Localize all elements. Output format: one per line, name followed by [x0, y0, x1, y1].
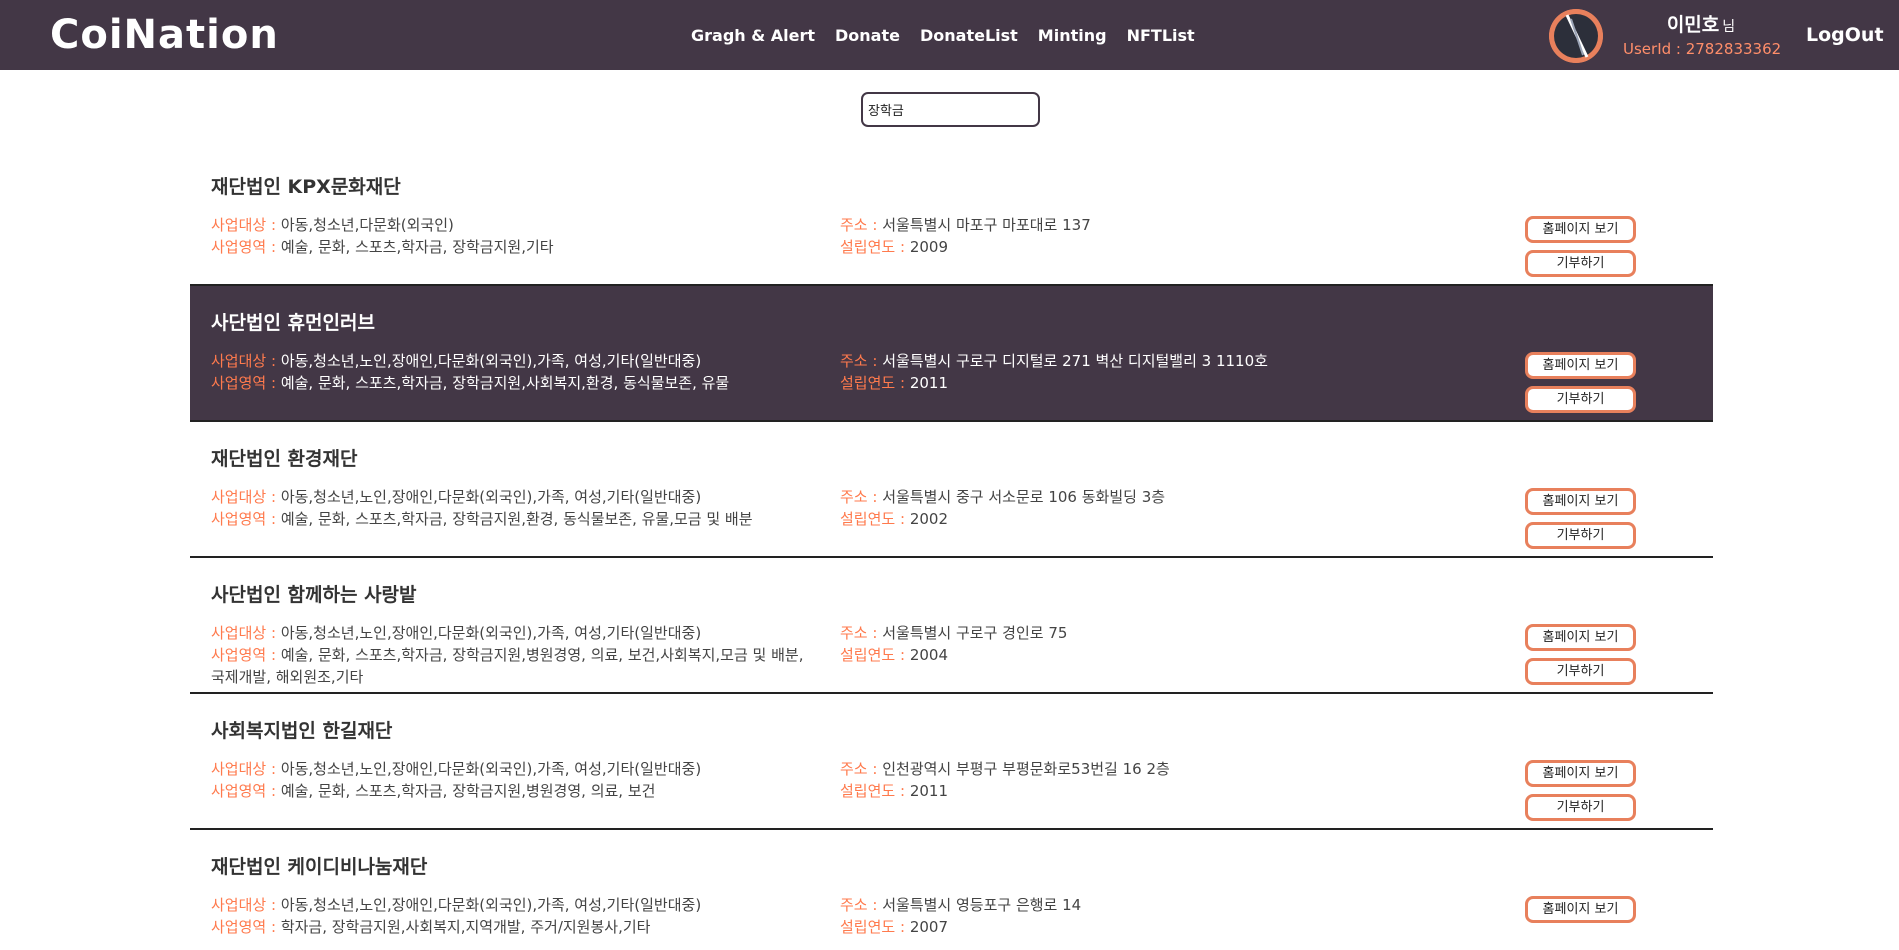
homepage-button[interactable]: 홈페이지 보기 — [1525, 896, 1636, 923]
org-address: 서울특별시 영등포구 은행로 14 — [882, 896, 1082, 914]
nav-minting[interactable]: Minting — [1038, 26, 1107, 45]
list-item: 사단법인 휴먼인러브 사업대상 : 아동,청소년,노인,장애인,다문화(외국인)… — [190, 286, 1713, 422]
homepage-button[interactable]: 홈페이지 보기 — [1525, 488, 1636, 515]
org-info-right: 주소 : 서울특별시 구로구 디지털로 271 벽산 디지털밸리 3 1110호… — [840, 350, 1380, 394]
org-target: 아동,청소년,다문화(외국인) — [280, 216, 454, 234]
org-info-left: 사업대상 : 아동,청소년,노인,장애인,다문화(외국인),가족, 여성,기타(… — [211, 758, 816, 802]
org-info-left: 사업대상 : 아동,청소년,노인,장애인,다문화(외국인),가족, 여성,기타(… — [211, 622, 816, 688]
org-year: 2002 — [909, 510, 948, 528]
user-id: UserId : 2782833362 — [1623, 40, 1782, 58]
org-name: 사회복지법인 한길재단 — [211, 720, 393, 742]
year-label: 설립연도 : — [840, 782, 906, 800]
target-label: 사업대상 : — [211, 352, 277, 370]
user-avatar[interactable] — [1549, 9, 1603, 63]
donate-button[interactable]: 기부하기 — [1525, 386, 1636, 413]
list-item: 사회복지법인 한길재단 사업대상 : 아동,청소년,노인,장애인,다문화(외국인… — [190, 694, 1713, 830]
org-address: 서울특별시 구로구 디지털로 271 벽산 디지털밸리 3 1110호 — [882, 352, 1268, 370]
org-year: 2011 — [909, 782, 948, 800]
year-label: 설립연도 : — [840, 646, 906, 664]
org-address: 서울특별시 중구 서소문로 106 동화빌딩 3층 — [882, 488, 1166, 506]
address-label: 주소 : — [840, 216, 878, 234]
homepage-button[interactable]: 홈페이지 보기 — [1525, 624, 1636, 651]
year-label: 설립연도 : — [840, 374, 906, 392]
list-item: 재단법인 케이디비나눔재단 사업대상 : 아동,청소년,노인,장애인,다문화(외… — [190, 830, 1713, 950]
nav-donate[interactable]: Donate — [835, 26, 900, 45]
org-target: 아동,청소년,노인,장애인,다문화(외국인),가족, 여성,기타(일반대중) — [280, 352, 702, 370]
year-label: 설립연도 : — [840, 510, 906, 528]
address-label: 주소 : — [840, 896, 878, 914]
org-target: 아동,청소년,노인,장애인,다문화(외국인),가족, 여성,기타(일반대중) — [280, 624, 702, 642]
nav-nftlist[interactable]: NFTList — [1127, 26, 1195, 45]
org-name: 사단법인 휴먼인러브 — [211, 312, 375, 334]
area-label: 사업영역 : — [211, 374, 277, 392]
org-year: 2004 — [909, 646, 948, 664]
list-item: 사단법인 함께하는 사랑밭 사업대상 : 아동,청소년,노인,장애인,다문화(외… — [190, 558, 1713, 694]
nav-graph-alert[interactable]: Gragh & Alert — [691, 26, 815, 45]
address-label: 주소 : — [840, 352, 878, 370]
area-label: 사업영역 : — [211, 646, 277, 664]
donate-button[interactable]: 기부하기 — [1525, 658, 1636, 685]
address-label: 주소 : — [840, 624, 878, 642]
area-label: 사업영역 : — [211, 238, 277, 256]
main-nav: Gragh & Alert Donate DonateList Minting … — [691, 0, 1215, 70]
year-label: 설립연도 : — [840, 918, 906, 936]
list-item: 재단법인 환경재단 사업대상 : 아동,청소년,노인,장애인,다문화(외국인),… — [190, 422, 1713, 558]
org-info-right: 주소 : 인천광역시 부평구 부평문화로53번길 16 2층 설립연도 : 20… — [840, 758, 1380, 802]
org-address: 서울특별시 마포구 마포대로 137 — [882, 216, 1091, 234]
org-info-right: 주소 : 서울특별시 마포구 마포대로 137 설립연도 : 2009 — [840, 214, 1380, 258]
org-area: 예술, 문화, 스포츠,학자금, 장학금지원,환경, 동식물보존, 유물,모금 … — [280, 510, 753, 528]
org-info-right: 주소 : 서울특별시 영등포구 은행로 14 설립연도 : 2007 — [840, 894, 1380, 938]
org-target: 아동,청소년,노인,장애인,다문화(외국인),가족, 여성,기타(일반대중) — [280, 896, 702, 914]
org-info-left: 사업대상 : 아동,청소년,노인,장애인,다문화(외국인),가족, 여성,기타(… — [211, 894, 816, 938]
org-name: 사단법인 함께하는 사랑밭 — [211, 584, 417, 606]
donate-button[interactable]: 기부하기 — [1525, 522, 1636, 549]
org-area: 예술, 문화, 스포츠,학자금, 장학금지원,병원경영, 의료, 보건,사회복지… — [211, 646, 804, 686]
org-name: 재단법인 케이디비나눔재단 — [211, 856, 428, 878]
org-year: 2007 — [909, 918, 948, 936]
top-navbar: CoiNation Gragh & Alert Donate DonateLis… — [0, 0, 1899, 70]
year-label: 설립연도 : — [840, 238, 906, 256]
org-name: 재단법인 KPX문화재단 — [211, 176, 401, 198]
org-info-left: 사업대상 : 아동,청소년,노인,장애인,다문화(외국인),가족, 여성,기타(… — [211, 350, 816, 394]
org-target: 아동,청소년,노인,장애인,다문화(외국인),가족, 여성,기타(일반대중) — [280, 488, 702, 506]
org-info-right: 주소 : 서울특별시 중구 서소문로 106 동화빌딩 3층 설립연도 : 20… — [840, 486, 1380, 530]
foundation-list: 재단법인 KPX문화재단 사업대상 : 아동,청소년,다문화(외국인) 사업영역… — [190, 150, 1713, 950]
logout-button[interactable]: LogOut — [1806, 24, 1884, 46]
homepage-button[interactable]: 홈페이지 보기 — [1525, 760, 1636, 787]
org-target: 아동,청소년,노인,장애인,다문화(외국인),가족, 여성,기타(일반대중) — [280, 760, 702, 778]
address-label: 주소 : — [840, 760, 878, 778]
org-info-left: 사업대상 : 아동,청소년,다문화(외국인) 사업영역 : 예술, 문화, 스포… — [211, 214, 816, 258]
user-name-suffix: 님 — [1722, 19, 1736, 35]
address-label: 주소 : — [840, 488, 878, 506]
area-label: 사업영역 : — [211, 918, 277, 936]
org-info-right: 주소 : 서울특별시 구로구 경인로 75 설립연도 : 2004 — [840, 622, 1380, 666]
coination-logo[interactable]: CoiNation — [50, 12, 279, 58]
org-address: 서울특별시 구로구 경인로 75 — [882, 624, 1068, 642]
target-label: 사업대상 : — [211, 624, 277, 642]
org-area: 학자금, 장학금지원,사회복지,지역개발, 주거/지원봉사,기타 — [280, 918, 651, 936]
user-name: 이민호 님 — [1623, 10, 1779, 37]
donate-button[interactable]: 기부하기 — [1525, 250, 1636, 277]
area-label: 사업영역 : — [211, 510, 277, 528]
donate-button[interactable]: 기부하기 — [1525, 794, 1636, 821]
org-info-left: 사업대상 : 아동,청소년,노인,장애인,다문화(외국인),가족, 여성,기타(… — [211, 486, 816, 530]
org-name: 재단법인 환경재단 — [211, 448, 358, 470]
area-label: 사업영역 : — [211, 782, 277, 800]
nav-donatelist[interactable]: DonateList — [920, 26, 1018, 45]
search-input[interactable] — [861, 92, 1040, 127]
target-label: 사업대상 : — [211, 896, 277, 914]
org-area: 예술, 문화, 스포츠,학자금, 장학금지원,사회복지,환경, 동식물보존, 유… — [280, 374, 730, 392]
org-year: 2009 — [909, 238, 948, 256]
list-item: 재단법인 KPX문화재단 사업대상 : 아동,청소년,다문화(외국인) 사업영역… — [190, 150, 1713, 286]
org-year: 2011 — [909, 374, 948, 392]
target-label: 사업대상 : — [211, 216, 277, 234]
org-address: 인천광역시 부평구 부평문화로53번길 16 2층 — [882, 760, 1170, 778]
org-area: 예술, 문화, 스포츠,학자금, 장학금지원,병원경영, 의료, 보건 — [280, 782, 656, 800]
org-area: 예술, 문화, 스포츠,학자금, 장학금지원,기타 — [280, 238, 554, 256]
user-name-text: 이민호 — [1666, 14, 1720, 36]
target-label: 사업대상 : — [211, 488, 277, 506]
target-label: 사업대상 : — [211, 760, 277, 778]
homepage-button[interactable]: 홈페이지 보기 — [1525, 352, 1636, 379]
homepage-button[interactable]: 홈페이지 보기 — [1525, 216, 1636, 243]
